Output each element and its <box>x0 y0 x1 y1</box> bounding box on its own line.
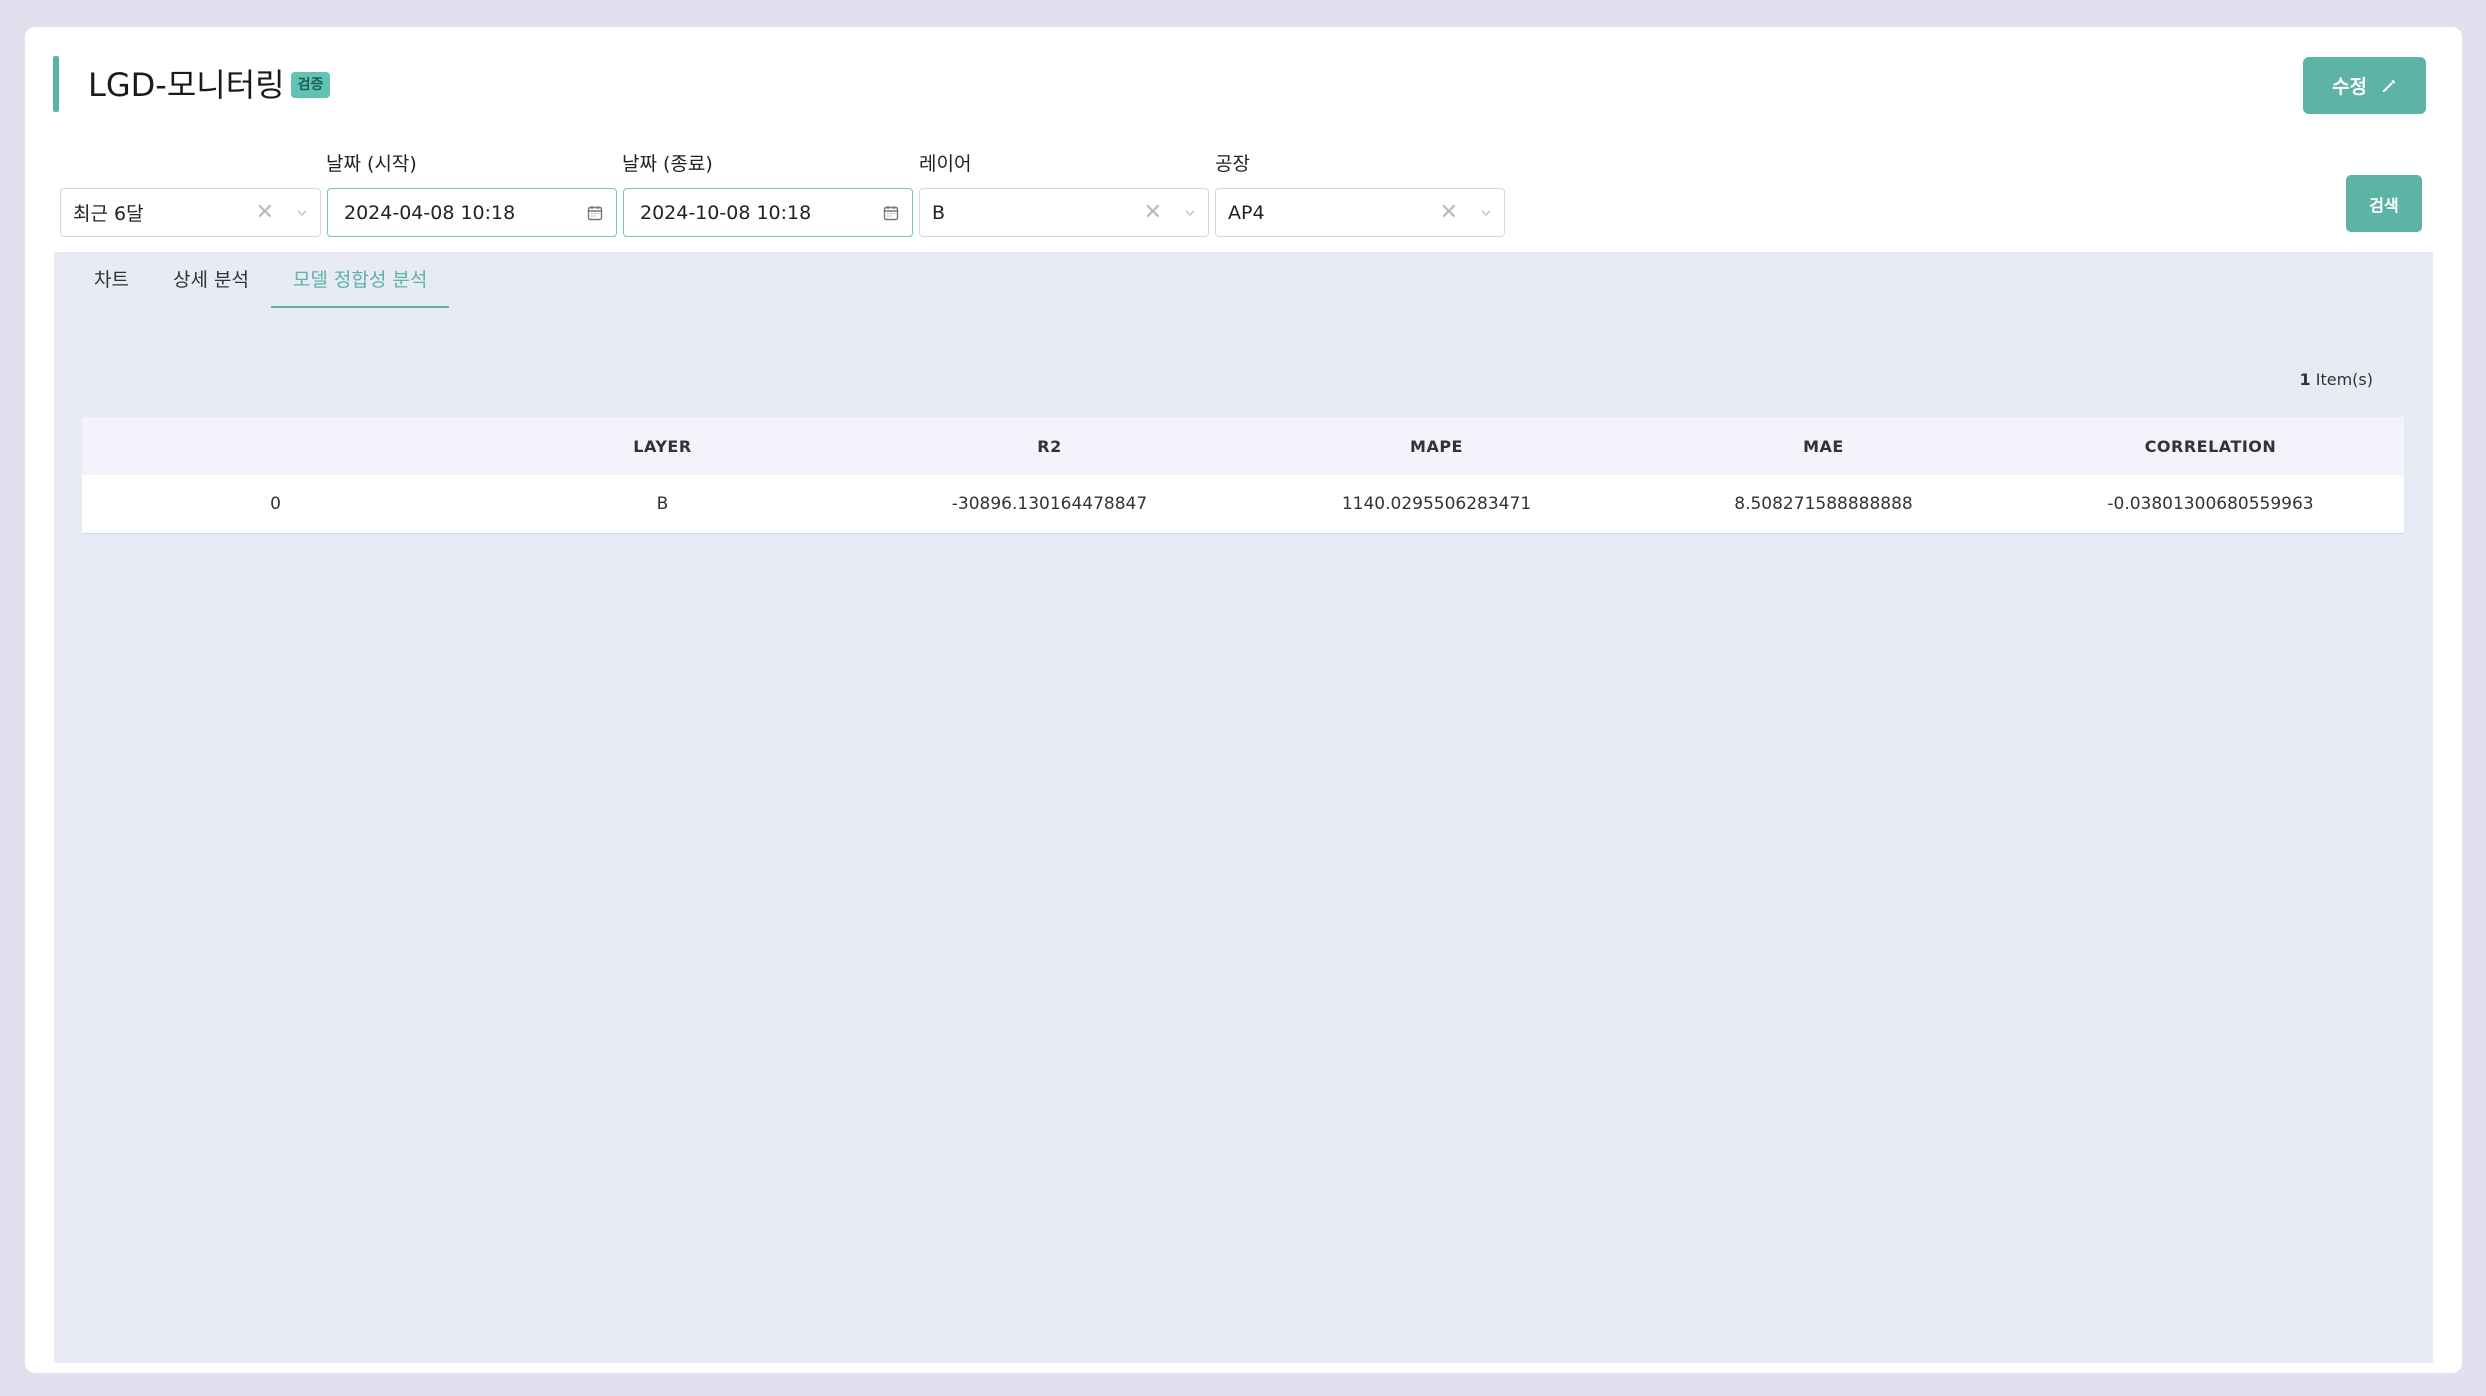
search-button[interactable]: 검색 <box>2346 175 2422 232</box>
calendar-icon <box>587 205 603 220</box>
cell-r2: -30896.130164478847 <box>951 494 1148 514</box>
item-count-number: 1 <box>2299 370 2311 389</box>
clear-icon[interactable]: ✕ <box>256 201 274 224</box>
layer-select-value: B <box>932 201 946 224</box>
results-table: LAYER R2 MAPE MAE CORRELATION 0 B -30896… <box>82 417 2404 534</box>
cell-mape: 1140.0295506283471 <box>1341 494 1532 514</box>
cell-mae: 8.508271588888888 <box>1734 494 1913 514</box>
factory-select-value: AP4 <box>1228 201 1265 224</box>
calendar-icon <box>883 205 899 220</box>
page-title-text: LGD-모니터링 <box>88 66 285 104</box>
period-select-value: 최근 6달 <box>73 203 144 225</box>
factory-label: 공장 <box>1215 153 1250 175</box>
chevron-down-icon <box>1481 209 1491 216</box>
item-count: 1 Item(s) <box>2300 370 2373 389</box>
column-header-mae[interactable]: MAE <box>1630 437 2017 456</box>
start-date-value: 2024-04-08 10:18 <box>344 201 516 224</box>
start-date-label: 날짜 (시작) <box>326 153 417 175</box>
clear-icon[interactable]: ✕ <box>1440 201 1458 224</box>
item-count-suffix: Item(s) <box>2310 370 2373 389</box>
chevron-down-icon <box>297 209 307 216</box>
table-row: 0 B -30896.130164478847 1140.02955062834… <box>82 475 2404 533</box>
content-panel: 차트 상세 분석 모델 정합성 분석 1 Item(s) LAYER R2 MA… <box>54 252 2433 1363</box>
title-accent-bar <box>53 56 59 112</box>
end-date-label: 날짜 (종료) <box>622 153 713 175</box>
tab-model-consistency[interactable]: 모델 정합성 분석 <box>270 252 450 308</box>
column-header-correlation[interactable]: CORRELATION <box>2017 437 2404 456</box>
column-header-r2[interactable]: R2 <box>856 437 1243 456</box>
cell-layer: B <box>656 494 669 514</box>
tab-bar: 차트 상세 분석 모델 정합성 분석 <box>54 252 450 308</box>
cell-index: 0 <box>270 494 281 514</box>
clear-icon[interactable]: ✕ <box>1144 201 1162 224</box>
period-select[interactable]: 최근 6달 ✕ <box>60 188 321 237</box>
chevron-down-icon <box>1185 209 1195 216</box>
pencil-icon <box>2382 79 2395 92</box>
end-date-value: 2024-10-08 10:18 <box>640 201 812 224</box>
page-title: LGD-모니터링 검증 <box>88 65 331 105</box>
cell-correlation: -0.03801300680559963 <box>2107 494 2314 514</box>
edit-button[interactable]: 수정 <box>2303 57 2426 114</box>
edit-button-label: 수정 <box>2332 76 2367 98</box>
table-header: LAYER R2 MAPE MAE CORRELATION <box>82 417 2404 475</box>
status-badge: 검증 <box>290 72 331 98</box>
tab-detail-analysis[interactable]: 상세 분석 <box>151 252 271 308</box>
end-date-input[interactable]: 2024-10-08 10:18 <box>623 188 913 237</box>
layer-select[interactable]: B ✕ <box>919 188 1209 237</box>
tab-chart[interactable]: 차트 <box>54 252 151 308</box>
start-date-input[interactable]: 2024-04-08 10:18 <box>327 188 617 237</box>
layer-label: 레이어 <box>919 153 972 175</box>
column-header-mape[interactable]: MAPE <box>1243 437 1630 456</box>
column-header-layer[interactable]: LAYER <box>469 437 856 456</box>
main-card: LGD-모니터링 검증 수정 날짜 (시작) 날짜 (종료) 레이어 공장 최근… <box>25 27 2462 1373</box>
factory-select[interactable]: AP4 ✕ <box>1215 188 1505 237</box>
